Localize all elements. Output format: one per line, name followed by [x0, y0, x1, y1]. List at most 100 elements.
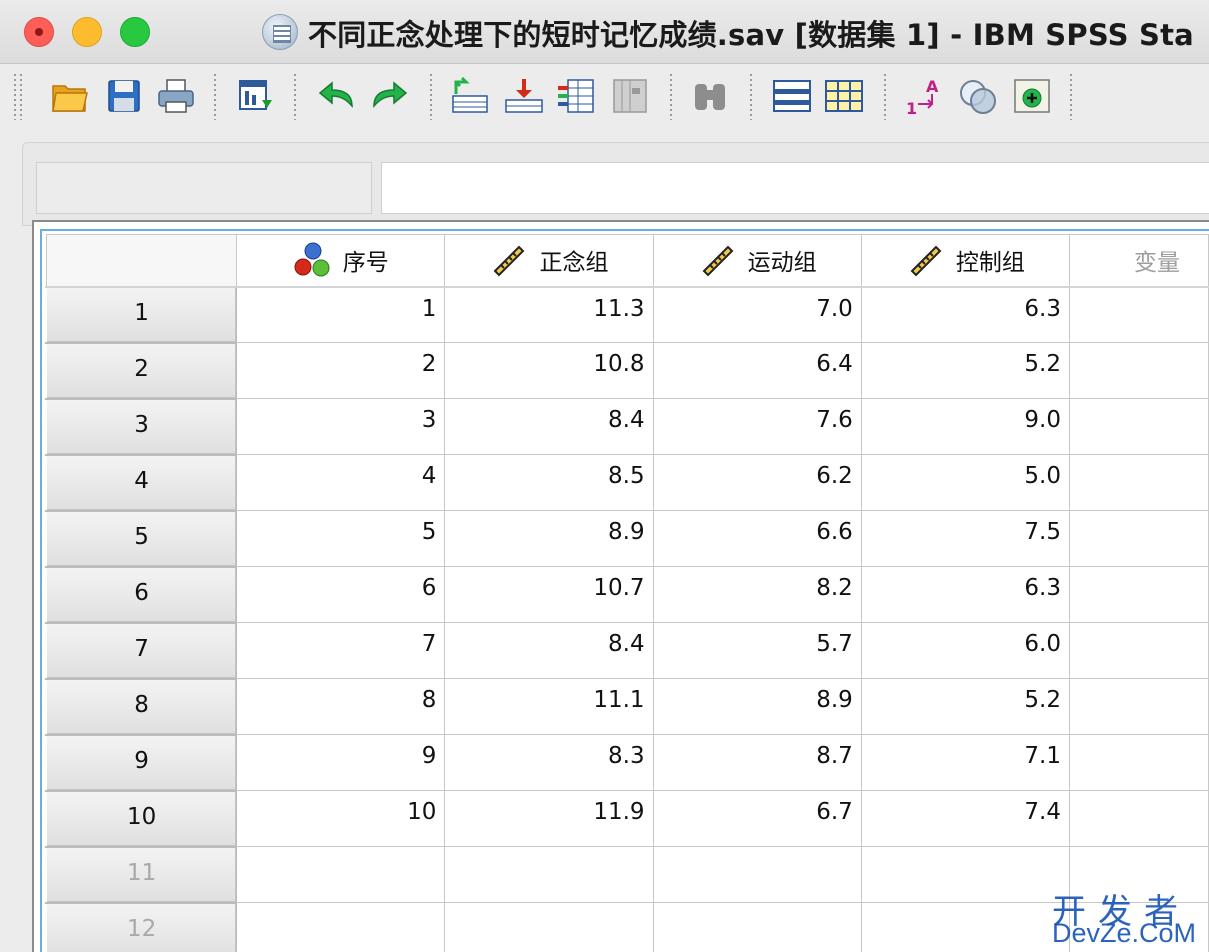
- data-cell[interactable]: 7.1: [860, 734, 1070, 791]
- row-header[interactable]: 10: [45, 789, 238, 848]
- data-cell[interactable]: 5.0: [860, 454, 1070, 511]
- show-all-variables-icon[interactable]: [1012, 76, 1052, 116]
- data-cell[interactable]: [236, 902, 446, 952]
- goto-case-icon[interactable]: [450, 76, 490, 116]
- close-window-button[interactable]: [24, 17, 54, 47]
- data-cell[interactable]: 10: [236, 790, 446, 847]
- data-cell[interactable]: [860, 902, 1070, 952]
- row-header[interactable]: 8: [45, 677, 238, 736]
- grid-corner[interactable]: [45, 234, 238, 288]
- data-cell[interactable]: 11.3: [444, 286, 654, 343]
- toolbar-grip[interactable]: [20, 74, 22, 120]
- save-icon[interactable]: [104, 76, 144, 116]
- empty-cell[interactable]: [1068, 510, 1209, 567]
- value-labels-icon[interactable]: A1: [904, 76, 944, 116]
- data-cell[interactable]: [652, 846, 862, 903]
- data-cell[interactable]: [236, 846, 446, 903]
- row-header[interactable]: 3: [45, 397, 238, 456]
- open-icon[interactable]: [50, 76, 90, 116]
- column-header-运动组[interactable]: 运动组: [652, 234, 862, 288]
- data-cell[interactable]: 8.4: [444, 622, 654, 679]
- empty-cell[interactable]: [1068, 398, 1209, 455]
- data-cell[interactable]: 6.6: [652, 510, 862, 567]
- data-cell[interactable]: [444, 902, 654, 952]
- data-cell[interactable]: 8.5: [444, 454, 654, 511]
- column-header-empty-variable[interactable]: 变量: [1068, 234, 1209, 288]
- data-cell[interactable]: 8.9: [444, 510, 654, 567]
- data-cell[interactable]: 8: [236, 678, 446, 735]
- maximize-window-button[interactable]: [120, 17, 150, 47]
- table-row: 10 10 11.9 6.7 7.4: [45, 789, 1209, 848]
- column-header-正念组[interactable]: 正念组: [444, 234, 654, 288]
- data-cell[interactable]: 7: [236, 622, 446, 679]
- data-cell[interactable]: [860, 846, 1070, 903]
- empty-cell[interactable]: [1068, 286, 1209, 343]
- row-header[interactable]: 1: [45, 285, 238, 344]
- empty-cell[interactable]: [1068, 790, 1209, 847]
- data-cell[interactable]: 9.0: [860, 398, 1070, 455]
- data-cell[interactable]: 8.4: [444, 398, 654, 455]
- print-icon[interactable]: [156, 76, 196, 116]
- use-variable-sets-icon[interactable]: [958, 76, 998, 116]
- cell-reference-field[interactable]: [36, 162, 372, 214]
- empty-cell[interactable]: [1068, 622, 1209, 679]
- data-cell[interactable]: [652, 902, 862, 952]
- data-cell[interactable]: 6.7: [652, 790, 862, 847]
- data-cell[interactable]: 5.7: [652, 622, 862, 679]
- data-cell[interactable]: 6.0: [860, 622, 1070, 679]
- goto-variable-icon[interactable]: [504, 76, 544, 116]
- toolbar-grip[interactable]: [14, 74, 16, 120]
- data-cell[interactable]: 8.7: [652, 734, 862, 791]
- undo-icon[interactable]: [316, 76, 356, 116]
- row-header[interactable]: 9: [45, 733, 238, 792]
- data-cell[interactable]: [444, 846, 654, 903]
- redo-icon[interactable]: [370, 76, 410, 116]
- row-header[interactable]: 5: [45, 509, 238, 568]
- data-cell[interactable]: 7.6: [652, 398, 862, 455]
- data-cell[interactable]: 3: [236, 398, 446, 455]
- column-header-控制组[interactable]: 控制组: [860, 234, 1070, 288]
- empty-cell[interactable]: [1068, 566, 1209, 623]
- column-header-序号[interactable]: 序号: [236, 234, 446, 288]
- empty-cell[interactable]: [1068, 454, 1209, 511]
- data-cell[interactable]: 6: [236, 566, 446, 623]
- recall-dialog-icon[interactable]: [236, 76, 276, 116]
- table-row: 8 8 11.1 8.9 5.2: [45, 677, 1209, 736]
- data-cell[interactable]: 8.9: [652, 678, 862, 735]
- data-cell[interactable]: 6.3: [860, 566, 1070, 623]
- row-header[interactable]: 4: [45, 453, 238, 512]
- data-cell[interactable]: 8.3: [444, 734, 654, 791]
- data-cell[interactable]: 6.3: [860, 286, 1070, 343]
- data-cell[interactable]: 8.2: [652, 566, 862, 623]
- data-cell[interactable]: 7.5: [860, 510, 1070, 567]
- empty-cell[interactable]: [1068, 678, 1209, 735]
- data-cell[interactable]: 2: [236, 342, 446, 399]
- variables-icon[interactable]: [556, 76, 596, 116]
- data-cell[interactable]: 5.2: [860, 678, 1070, 735]
- row-header[interactable]: 2: [45, 341, 238, 400]
- empty-cell[interactable]: [1068, 342, 1209, 399]
- row-header[interactable]: 7: [45, 621, 238, 680]
- data-cell[interactable]: 11.9: [444, 790, 654, 847]
- data-cell[interactable]: 11.1: [444, 678, 654, 735]
- data-cell[interactable]: 10.7: [444, 566, 654, 623]
- data-cell[interactable]: 1: [236, 286, 446, 343]
- data-cell[interactable]: 4: [236, 454, 446, 511]
- table-row: 6 6 10.7 8.2 6.3: [45, 565, 1209, 624]
- cell-value-field[interactable]: [381, 162, 1209, 214]
- row-header[interactable]: 11: [45, 845, 238, 904]
- data-cell[interactable]: 5.2: [860, 342, 1070, 399]
- row-header[interactable]: 6: [45, 565, 238, 624]
- insert-cases-icon[interactable]: [772, 76, 812, 116]
- data-cell[interactable]: 6.4: [652, 342, 862, 399]
- insert-variable-icon[interactable]: [824, 76, 864, 116]
- data-cell[interactable]: 5: [236, 510, 446, 567]
- data-cell[interactable]: 6.2: [652, 454, 862, 511]
- data-cell[interactable]: 7.0: [652, 286, 862, 343]
- data-cell[interactable]: 7.4: [860, 790, 1070, 847]
- row-header[interactable]: 12: [45, 901, 238, 952]
- minimize-window-button[interactable]: [72, 17, 102, 47]
- empty-cell[interactable]: [1068, 734, 1209, 791]
- data-cell[interactable]: 10.8: [444, 342, 654, 399]
- data-cell[interactable]: 9: [236, 734, 446, 791]
